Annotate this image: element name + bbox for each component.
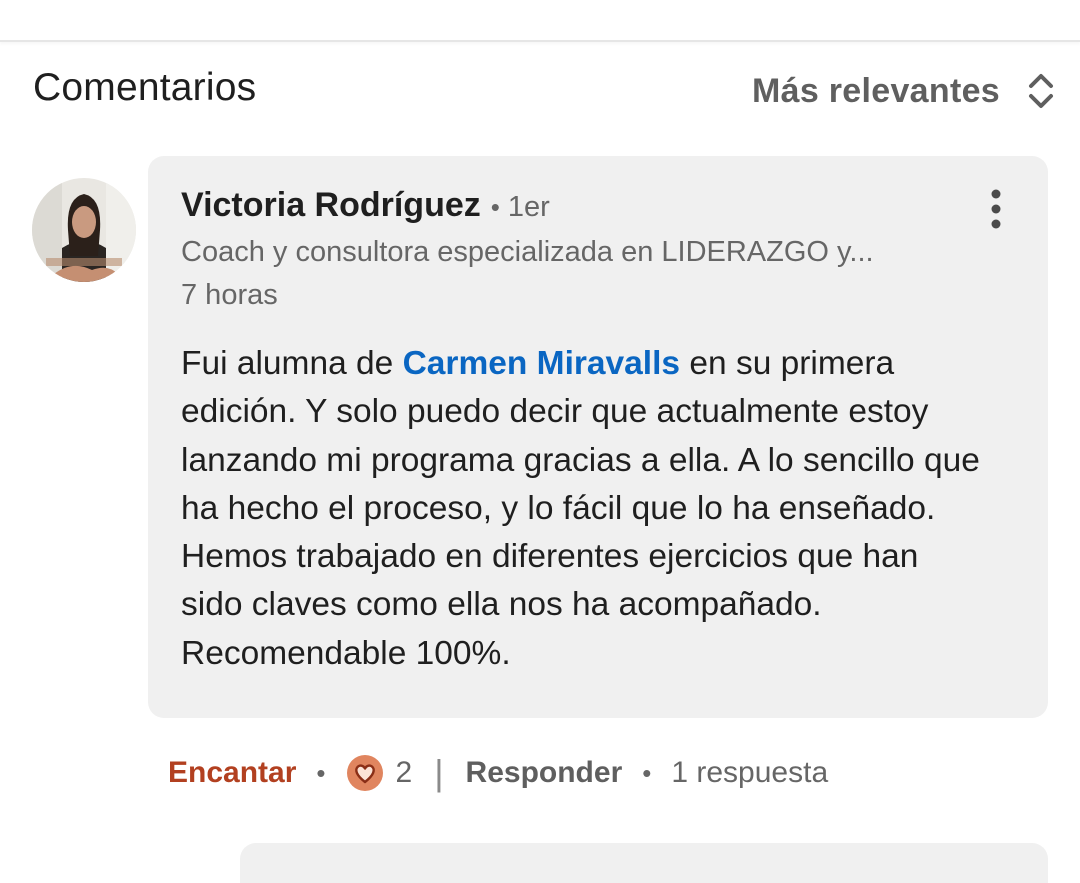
profile-photo — [32, 178, 136, 282]
action-divider: | — [434, 752, 444, 793]
chevron-up-down-icon — [1029, 74, 1053, 108]
replies-link[interactable]: 1 respuesta — [671, 756, 828, 790]
comment-timestamp: 7 horas — [181, 279, 278, 311]
love-reaction-button[interactable]: Encantar — [168, 756, 296, 790]
mention-link[interactable]: Carmen Miravalls — [403, 345, 680, 382]
comment-text-rest: en su primera edición. Y solo puedo deci… — [181, 345, 980, 672]
avatar[interactable] — [32, 178, 136, 282]
degree-separator: • — [490, 192, 500, 222]
author-name[interactable]: Victoria Rodríguez — [181, 186, 481, 225]
comments-header: Comentarios Más relevantes — [0, 60, 1080, 120]
top-divider — [0, 0, 1080, 42]
reply-button[interactable]: Responder — [466, 756, 623, 790]
love-reaction-icon[interactable] — [346, 754, 384, 792]
comment-text: Fui alumna de Carmen Miravalls en su pri… — [181, 340, 981, 678]
sort-dropdown[interactable]: Más relevantes — [752, 66, 1056, 116]
author-line: Victoria Rodríguez • 1er — [181, 186, 550, 225]
author-headline: Coach y consultora especializada en LIDE… — [181, 236, 874, 268]
connection-degree: 1er — [507, 191, 550, 223]
reply-bubble-partial — [240, 843, 1048, 883]
comment-actions: Encantar • 2 | Responder • 1 respuesta — [168, 748, 828, 798]
comments-title: Comentarios — [33, 66, 257, 109]
separator-dot: • — [316, 757, 326, 788]
comment-text-start: Fui alumna de — [181, 345, 403, 382]
sort-label: Más relevantes — [751, 71, 1000, 110]
reaction-count[interactable]: 2 — [396, 756, 413, 790]
vertical-ellipsis-icon[interactable] — [978, 186, 1014, 232]
separator-dot: • — [642, 757, 652, 788]
comment-bubble: Victoria Rodríguez • 1er Coach y consult… — [148, 156, 1048, 718]
